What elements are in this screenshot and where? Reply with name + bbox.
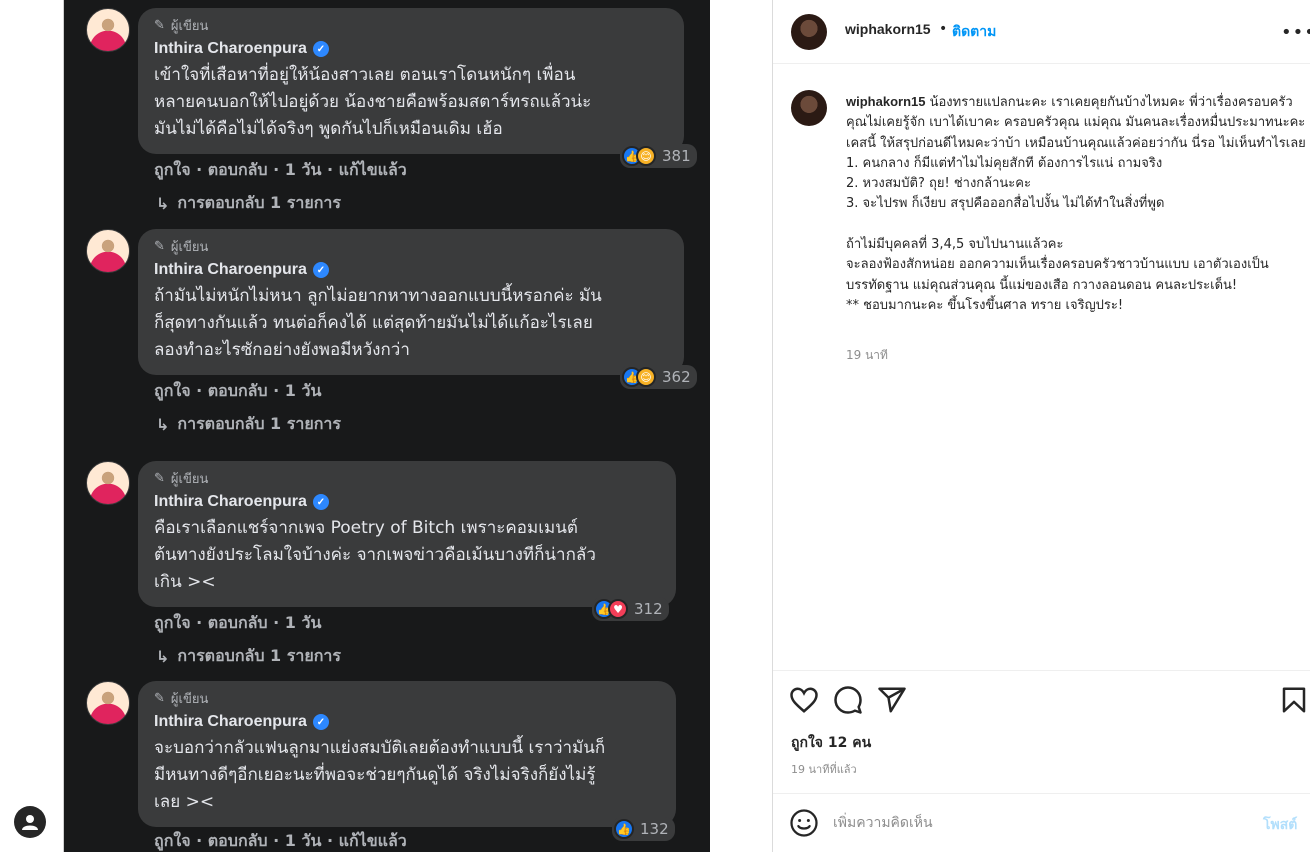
avatar <box>86 461 130 505</box>
comment-bubble: ✎ ผู้เขียน Inthira Charoenpura ✓ คือเราเลื… <box>138 461 676 607</box>
care-icon: 😊 <box>636 367 656 387</box>
replies-label: การตอบกลับ 1 รายการ <box>177 414 341 433</box>
like-icon: 👍 <box>614 819 634 839</box>
comment-actions: ถูกใจ · ตอบกลับ · 1 วัน · แก้ไขแล้ว <box>154 160 407 179</box>
reaction-count: 381 <box>662 147 691 165</box>
author-badge-label: ผู้เขียน <box>170 471 209 487</box>
reaction-count: 362 <box>662 368 691 386</box>
comment-actions: ถูกใจ · ตอบกลับ · 1 วัน <box>154 613 322 632</box>
more-options-icon[interactable]: ••• <box>1281 22 1310 43</box>
author-badge-label: ผู้เขียน <box>170 18 209 34</box>
reaction-summary: 👍 132 <box>612 817 675 841</box>
replies-label: การตอบกลับ 1 รายการ <box>177 646 341 665</box>
author-badge-label: ผู้เขียน <box>170 691 209 707</box>
avatar <box>86 229 130 273</box>
comment-line: ก็สุดทางกันแล้ว ทนต่อก็คงได้ แต่สุดท้ายม… <box>154 313 593 333</box>
reaction-count: 132 <box>640 820 669 838</box>
comment-author: Inthira Charoenpura <box>154 713 307 730</box>
follow-button[interactable]: ติดตาม <box>952 21 996 43</box>
reply-arrow-icon: ↳ <box>156 647 170 666</box>
author-badge-label: ผู้เขียน <box>170 239 209 255</box>
heart-icon[interactable] <box>789 685 819 715</box>
likes-count[interactable]: ถูกใจ 12 คน <box>791 732 871 754</box>
love-icon: ♥ <box>608 599 628 619</box>
post-comment-button[interactable]: โพสต์ <box>1263 814 1297 836</box>
comment-line: เกิน >< <box>154 572 216 592</box>
care-icon: 😊 <box>636 146 656 166</box>
comment-bubble: ✎ ผู้เขียน Inthira Charoenpura ✓ ถ้ามันไม่… <box>138 229 684 375</box>
person-icon <box>22 815 38 830</box>
comment-text: คือเราเลือกแชร์จากเพจ Poetry of Bitch เพ… <box>154 515 662 596</box>
pencil-icon: ✎ <box>154 470 165 486</box>
verified-icon: ✓ <box>312 714 329 730</box>
comment-line: จะบอกว่ากลัวแฟนลูกมาแย่งสมบัติเลยต้องทำแ… <box>154 738 606 758</box>
caption-avatar[interactable] <box>791 90 827 126</box>
left-sidebar <box>0 0 64 852</box>
comment-line: มันไม่ได้คือไม่ได้จริงๆ พูดกันไปก็เหมือน… <box>154 119 503 139</box>
caption-text: wiphakorn15 น้องทรายแปลกนะคะ เราเคยคุยกั… <box>846 92 1308 316</box>
username-link[interactable]: wiphakorn15 <box>845 21 931 37</box>
comment-composer: โพสต์ <box>773 793 1310 852</box>
user-avatar[interactable] <box>791 14 827 50</box>
post-sidebar: wiphakorn15 • ติดตาม ••• wiphakorn15 น้อ… <box>772 0 1310 852</box>
comment-text: จะบอกว่ากลัวแฟนลูกมาแย่งสมบัติเลยต้องทำแ… <box>154 735 662 816</box>
comment-line: มีหนทางดีๆอีกเยอะนะที่พอจะช่วยๆกันดูได้ … <box>154 765 596 785</box>
reaction-summary: 👍 ♥ 312 <box>592 597 669 621</box>
comment-line: ลองทำอะไรซักอย่างยังพอมีหวังกว่า <box>154 340 410 360</box>
comment-author: Inthira Charoenpura <box>154 40 307 57</box>
comment-line: ต้นทางยังประโลมใจบ้างค่ะ จากเพจข่าวคือเม… <box>154 545 596 565</box>
comment-bubble: ✎ ผู้เขียน Inthira Charoenpura ✓ จะบอกว่าก… <box>138 681 676 827</box>
reply-arrow-icon: ↳ <box>156 194 170 213</box>
caption-timestamp: 19 นาที <box>846 348 888 362</box>
share-icon[interactable] <box>877 685 907 715</box>
post-header: wiphakorn15 • ติดตาม ••• <box>773 0 1310 64</box>
post-image: ✎ ผู้เขียน Inthira Charoenpura ✓ เข้าใจที่… <box>64 0 710 852</box>
caption-section: wiphakorn15 น้องทรายแปลกนะคะ เราเคยคุยกั… <box>773 64 1310 670</box>
replies-link: ↳ การตอบกลับ 1 รายการ <box>156 412 341 437</box>
comment-line: เข้าใจที่เสือหาที่อยู่ให้น้องสาวเลย ตอนเ… <box>154 65 576 85</box>
caption-body-rest: 1. คนกลาง ก็มีแต่ทำไมไม่คุยสักที ต้องการ… <box>846 155 1269 313</box>
caption-username[interactable]: wiphakorn15 <box>846 94 925 109</box>
post-timestamp: 19 นาทีที่แล้ว <box>791 763 857 776</box>
post-actions <box>773 670 1310 730</box>
replies-link: ↳ การตอบกลับ 1 รายการ <box>156 191 341 216</box>
avatar <box>86 8 130 52</box>
author-badge: ✎ ผู้เขียน <box>154 687 662 709</box>
bookmark-icon[interactable] <box>1279 685 1309 715</box>
replies-label: การตอบกลับ 1 รายการ <box>177 193 341 212</box>
comment-author: Inthira Charoenpura <box>154 261 307 278</box>
author-badge: ✎ ผู้เขียน <box>154 235 670 257</box>
emoji-icon[interactable] <box>789 808 819 838</box>
reaction-count: 312 <box>634 600 663 618</box>
verified-icon: ✓ <box>312 41 329 57</box>
verified-icon: ✓ <box>312 494 329 510</box>
reaction-summary: 👍 😊 381 <box>620 144 697 168</box>
comment-icon[interactable] <box>833 685 863 715</box>
author-badge: ✎ ผู้เขียน <box>154 14 670 36</box>
verified-icon: ✓ <box>312 262 329 278</box>
pencil-icon: ✎ <box>154 17 165 33</box>
pencil-icon: ✎ <box>154 690 165 706</box>
reply-arrow-icon: ↳ <box>156 415 170 434</box>
comment-line: คือเราเลือกแชร์จากเพจ Poetry of Bitch เพ… <box>154 518 578 538</box>
reaction-summary: 👍 😊 362 <box>620 365 697 389</box>
author-badge: ✎ ผู้เขียน <box>154 467 662 489</box>
comment-bubble: ✎ ผู้เขียน Inthira Charoenpura ✓ เข้าใจที่… <box>138 8 684 154</box>
comment-line: เลย >< <box>154 792 215 812</box>
comment-line: ถ้ามันไม่หนักไม่หนา ลูกไม่อยากหาทางออกแบ… <box>154 286 602 306</box>
comment-actions: ถูกใจ · ตอบกลับ · 1 วัน · แก้ไขแล้ว <box>154 831 407 850</box>
comment-actions: ถูกใจ · ตอบกลับ · 1 วัน <box>154 381 322 400</box>
comment-author: Inthira Charoenpura <box>154 493 307 510</box>
comment-line: หลายคนบอกให้ไปอยู่ด้วย น้องชายคือพร้อมสต… <box>154 92 592 112</box>
profile-icon[interactable] <box>14 806 46 838</box>
pencil-icon: ✎ <box>154 238 165 254</box>
avatar <box>86 681 130 725</box>
comment-text: เข้าใจที่เสือหาที่อยู่ให้น้องสาวเลย ตอนเ… <box>154 62 670 143</box>
comment-input[interactable] <box>833 810 1233 836</box>
separator-dot: • <box>939 21 948 37</box>
comment-text: ถ้ามันไม่หนักไม่หนา ลูกไม่อยากหาทางออกแบ… <box>154 283 670 364</box>
replies-link: ↳ การตอบกลับ 1 รายการ <box>156 644 341 669</box>
